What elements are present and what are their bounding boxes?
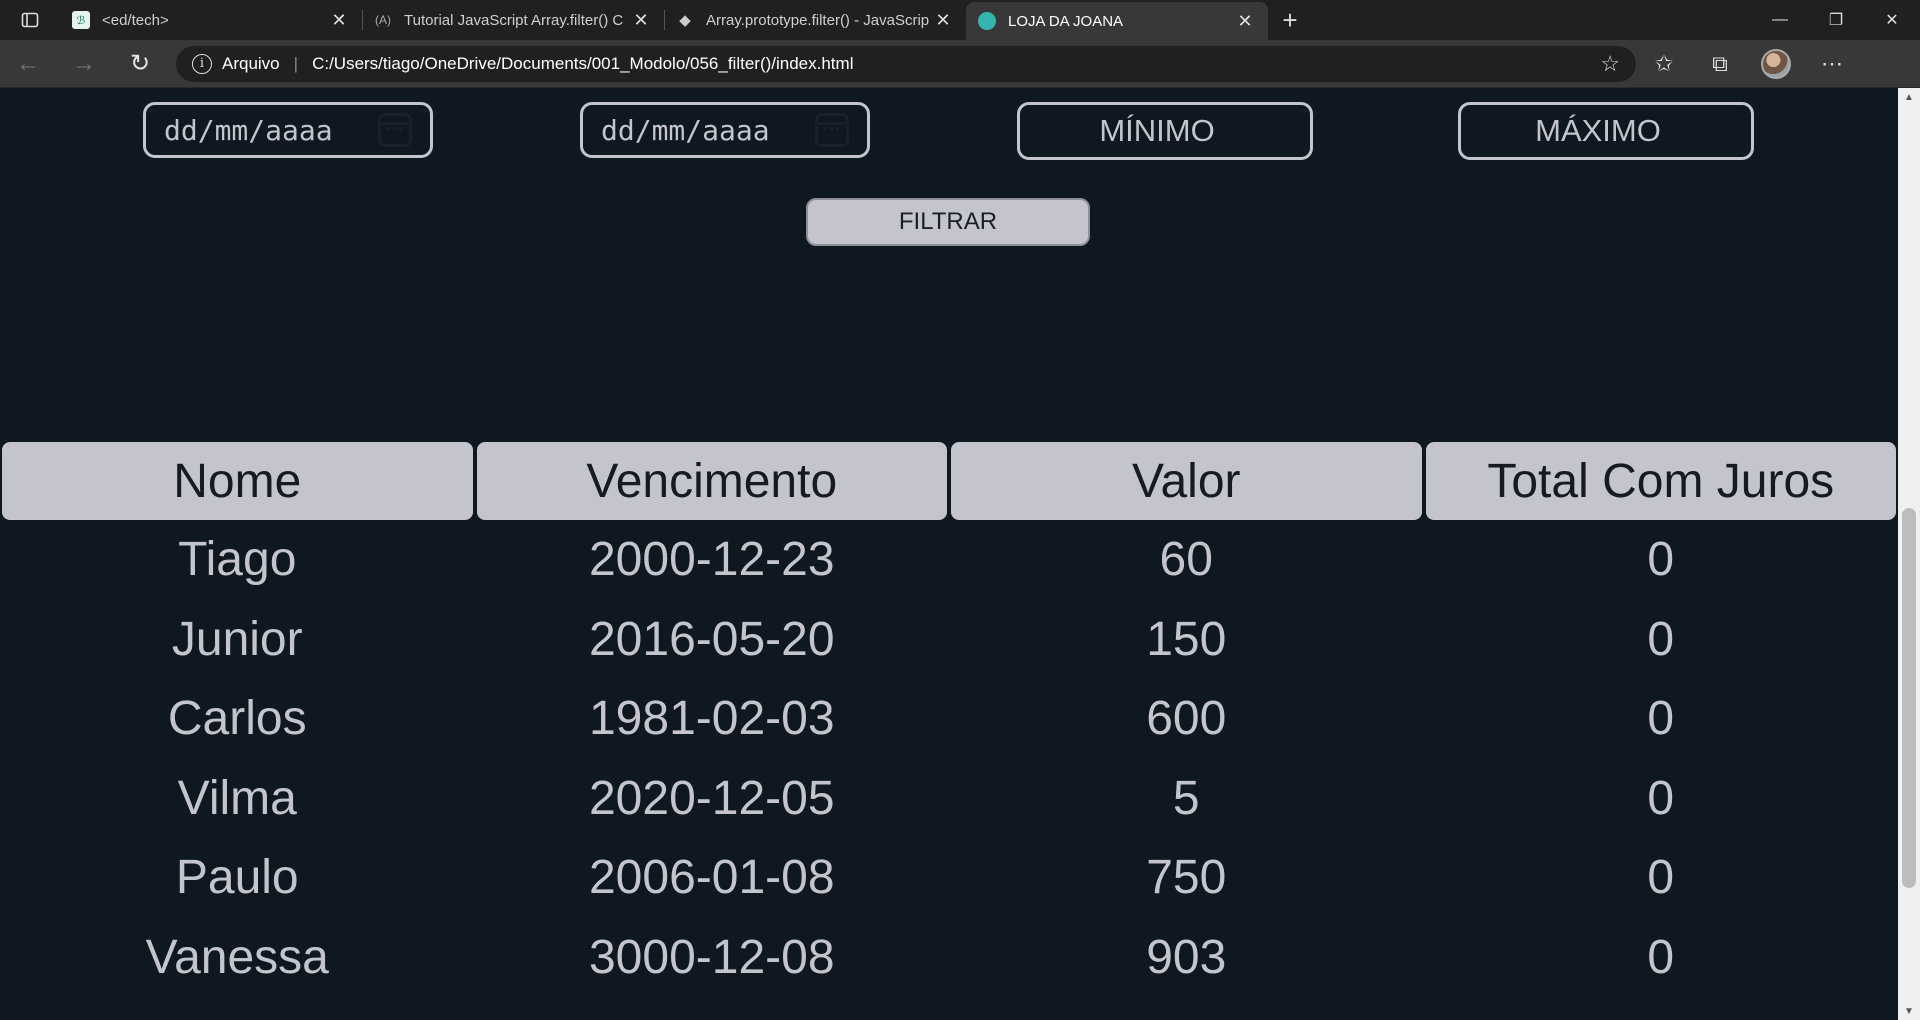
close-window-icon[interactable]: ✕ bbox=[1864, 0, 1920, 40]
calendar-icon[interactable] bbox=[378, 113, 412, 147]
close-tab-icon[interactable]: ✕ bbox=[1234, 11, 1256, 32]
date-end-input[interactable]: dd/mm/aaaa bbox=[580, 102, 870, 158]
protocol-label: Arquivo bbox=[222, 53, 280, 73]
close-tab-icon[interactable]: ✕ bbox=[932, 10, 954, 31]
cell-valor: 750 bbox=[1146, 851, 1227, 905]
tab-title: Array.prototype.filter() - JavaScrip bbox=[706, 11, 930, 29]
url-text: C:/Users/tiago/OneDrive/Documents/001_Mo… bbox=[312, 53, 854, 73]
table-row: Tiago 2000-12-23 60 0 bbox=[2, 520, 1896, 600]
cell-nome: Paulo bbox=[175, 851, 299, 905]
cell-total: 0 bbox=[1647, 612, 1675, 666]
cell-nome: Carlos bbox=[167, 692, 307, 746]
forward-button[interactable]: → bbox=[56, 44, 112, 84]
favorites-star-icon: ✩ bbox=[1654, 50, 1674, 76]
cell-valor: 150 bbox=[1146, 612, 1227, 666]
scroll-up-icon[interactable]: ▲ bbox=[1898, 88, 1920, 106]
cell-total: 0 bbox=[1647, 851, 1675, 905]
separator: | bbox=[293, 53, 299, 73]
new-tab-button[interactable]: + bbox=[1268, 0, 1312, 40]
tab-title: <ed/tech> bbox=[102, 11, 169, 29]
cell-vencimento: 2006-01-08 bbox=[588, 851, 835, 905]
tab-edtech[interactable]: ℬ <ed/tech> ✕ bbox=[60, 0, 362, 40]
refresh-icon: ↻ bbox=[129, 50, 151, 77]
close-tab-icon[interactable]: ✕ bbox=[328, 10, 350, 31]
tab-tutorial-filter[interactable]: (A) Tutorial JavaScript Array.filter() C… bbox=[362, 0, 664, 40]
header-valor: Valor bbox=[951, 442, 1422, 520]
cell-nome: Junior bbox=[171, 612, 303, 666]
page-content: dd/mm/aaaa dd/mm/aaaa MÍNIMO MÁXIMO FILT… bbox=[0, 88, 1898, 1020]
cell-total: 0 bbox=[1647, 692, 1675, 746]
tab-actions-menu-button[interactable] bbox=[0, 0, 60, 40]
arrow-right-icon: → bbox=[72, 49, 96, 77]
browser-address-bar: ← → ↻ i Arquivo | C:/Users/tiago/OneDriv… bbox=[0, 40, 1920, 88]
more-dots-icon: ⋯ bbox=[1821, 50, 1843, 76]
max-placeholder: MÁXIMO bbox=[1535, 113, 1661, 148]
cell-nome: Vilma bbox=[177, 771, 297, 825]
avatar bbox=[1761, 48, 1791, 79]
profile-button[interactable] bbox=[1748, 44, 1804, 84]
cell-nome: Tiago bbox=[178, 533, 297, 587]
page-scrollbar[interactable]: ▲ ▼ bbox=[1898, 88, 1920, 1020]
table-row: Carlos 1981-02-03 600 0 bbox=[2, 679, 1896, 759]
tab-mdn-filter[interactable]: ◆ Array.prototype.filter() - JavaScrip ✕ bbox=[664, 0, 966, 40]
info-icon[interactable]: i bbox=[192, 53, 212, 74]
filter-button[interactable]: FILTRAR bbox=[806, 198, 1090, 246]
cell-vencimento: 2016-05-20 bbox=[588, 612, 835, 666]
cell-vencimento: 1981-02-03 bbox=[588, 692, 835, 746]
globe-favicon-icon bbox=[978, 12, 996, 30]
cell-vencimento: 2020-12-05 bbox=[588, 771, 835, 825]
cell-nome: Vanessa bbox=[145, 930, 329, 984]
close-tab-icon[interactable]: ✕ bbox=[630, 10, 652, 31]
mdn-dino-icon: ◆ bbox=[679, 12, 691, 29]
scrollbar-thumb[interactable] bbox=[1902, 508, 1916, 888]
code-brackets-icon: (A) bbox=[375, 13, 391, 27]
cell-total: 0 bbox=[1647, 771, 1675, 825]
scroll-down-icon[interactable]: ▼ bbox=[1898, 1002, 1920, 1020]
refresh-button[interactable]: ↻ bbox=[112, 44, 168, 84]
window-controls: — ❐ ✕ bbox=[1752, 0, 1920, 40]
table-row: Vilma 2020-12-05 5 0 bbox=[2, 759, 1896, 839]
collections-button[interactable]: ⧉ bbox=[1692, 44, 1748, 84]
cell-valor: 903 bbox=[1146, 930, 1227, 984]
favorites-button[interactable]: ✩ bbox=[1636, 44, 1692, 84]
bills-table: Nome Vencimento Valor Total Com Juros Ti… bbox=[2, 442, 1896, 997]
header-vencimento: Vencimento bbox=[476, 442, 947, 520]
restore-icon[interactable]: ❐ bbox=[1808, 0, 1864, 40]
browser-tab-bar: ℬ <ed/tech> ✕ (A) Tutorial JavaScript Ar… bbox=[0, 0, 1920, 40]
date-start-input[interactable]: dd/mm/aaaa bbox=[143, 102, 433, 158]
settings-menu-button[interactable]: ⋯ bbox=[1804, 44, 1860, 84]
calendar-icon[interactable] bbox=[815, 113, 849, 147]
max-value-input[interactable]: MÁXIMO bbox=[1458, 102, 1754, 160]
date-placeholder: dd/mm/aaaa bbox=[601, 113, 770, 147]
edtech-logo-icon: ℬ bbox=[72, 11, 90, 29]
cell-valor: 5 bbox=[1172, 771, 1200, 825]
min-placeholder: MÍNIMO bbox=[1099, 113, 1215, 148]
tab-title: LOJA DA JOANA bbox=[1008, 12, 1124, 30]
filter-bar: dd/mm/aaaa dd/mm/aaaa MÍNIMO MÁXIMO bbox=[0, 102, 1898, 162]
minimize-icon[interactable]: — bbox=[1752, 0, 1808, 40]
collections-icon: ⧉ bbox=[1712, 50, 1728, 76]
arrow-left-icon: ← bbox=[16, 49, 40, 77]
header-total-com-juros: Total Com Juros bbox=[1425, 442, 1896, 520]
table-header: Nome Vencimento Valor Total Com Juros bbox=[2, 442, 1896, 520]
table-row: Paulo 2006-01-08 750 0 bbox=[2, 838, 1896, 918]
table-row: Junior 2016-05-20 150 0 bbox=[2, 600, 1896, 680]
back-button[interactable]: ← bbox=[0, 44, 56, 84]
cell-vencimento: 3000-12-08 bbox=[588, 930, 835, 984]
tab-title: Tutorial JavaScript Array.filter() C bbox=[404, 11, 624, 29]
url-field[interactable]: i Arquivo | C:/Users/tiago/OneDrive/Docu… bbox=[176, 45, 1636, 82]
tab-actions-icon bbox=[21, 12, 39, 28]
cell-valor: 60 bbox=[1159, 533, 1213, 587]
min-value-input[interactable]: MÍNIMO bbox=[1017, 102, 1313, 160]
cell-total: 0 bbox=[1647, 930, 1675, 984]
header-nome: Nome bbox=[2, 442, 473, 520]
date-placeholder: dd/mm/aaaa bbox=[164, 113, 333, 147]
plus-icon: + bbox=[1282, 4, 1298, 35]
tab-loja-da-joana[interactable]: LOJA DA JOANA ✕ bbox=[966, 2, 1268, 40]
add-favorite-icon[interactable]: ☆ bbox=[1600, 51, 1620, 77]
cell-valor: 600 bbox=[1146, 692, 1227, 746]
cell-vencimento: 2000-12-23 bbox=[588, 533, 835, 587]
table-row: Vanessa 3000-12-08 903 0 bbox=[2, 918, 1896, 998]
cell-total: 0 bbox=[1647, 533, 1675, 587]
